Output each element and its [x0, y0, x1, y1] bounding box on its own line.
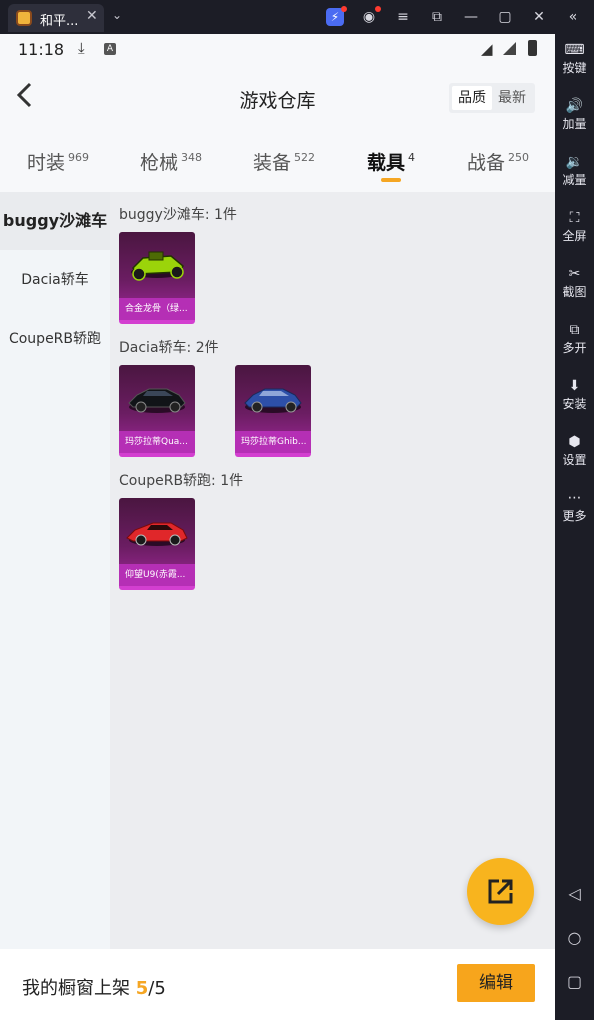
category-couperb[interactable]: CoupeRB轿跑 — [0, 310, 110, 368]
external-link-icon — [488, 879, 513, 904]
supercar-red-image — [126, 522, 188, 546]
volume-up-icon: 🔊 — [565, 98, 584, 114]
apk-install-icon: ⬇ — [568, 378, 581, 394]
nav-recent-icon[interactable]: ▢ — [555, 972, 594, 991]
page-header: 游戏仓库 品质 最新 — [0, 66, 555, 130]
signal-icon — [503, 42, 516, 55]
multi-instance-button[interactable]: ⧉ 多开 — [555, 320, 594, 364]
group-title: CoupeRB轿跑: 1件 — [119, 473, 244, 489]
keyboard-icon: ⌨ — [564, 42, 585, 58]
item-name: 玛莎拉蒂Qua... — [119, 431, 195, 453]
emulator-titlebar: 和平... ✕ ⌄ ⚡ ◉ ≡ ⧉ — ▢ ✕ « — [0, 0, 594, 34]
fullscreen-icon: ⛶ — [569, 210, 580, 226]
vehicle-skin-card[interactable]: 合金龙骨（绿... — [119, 232, 195, 324]
tab-equipment[interactable]: 装备 522 — [253, 148, 315, 175]
gear-icon: ⬢ — [568, 434, 581, 450]
tab-count: 969 — [68, 151, 90, 164]
vehicle-skin-card[interactable]: 玛莎拉蒂Ghib... — [235, 365, 311, 457]
group-title: Dacia轿车: 2件 — [119, 340, 219, 356]
volume-up-button[interactable]: 🔊 加量 — [555, 96, 594, 140]
tab-battle-gear[interactable]: 战备 250 — [467, 148, 529, 175]
showcase-bar: 我的橱窗上架 5/5 编辑 — [0, 949, 555, 1020]
wifi-icon: ◢ — [481, 40, 493, 58]
edit-button[interactable]: 编辑 — [457, 964, 535, 1002]
item-name: 仰望U9(赤霞... — [119, 564, 195, 586]
nav-home-icon[interactable]: ○ — [555, 928, 594, 947]
vehicle-skin-card[interactable]: 仰望U9(赤霞... — [119, 498, 195, 590]
category-buggy[interactable]: buggy沙滩车 — [0, 192, 110, 250]
buggy-image — [131, 251, 184, 281]
maximize-icon[interactable]: ▢ — [496, 8, 514, 26]
app-tab-title: 和平... — [40, 14, 79, 29]
status-time: 11:18 — [18, 40, 65, 59]
settings-button[interactable]: ⬢ 设置 — [555, 432, 594, 476]
download-icon: ⤓ — [78, 39, 85, 57]
tab-vehicles[interactable]: 载具 4 — [367, 148, 415, 175]
nav-back-icon[interactable]: ◁ — [555, 884, 594, 903]
sedan-black-image — [128, 388, 186, 413]
screenshot-button[interactable]: ✂ 截图 — [555, 264, 594, 308]
item-list: buggy沙滩车: 1件 合金龙骨（绿... Dacia轿车: 2件 玛莎拉蒂Q… — [110, 192, 555, 949]
close-window-icon[interactable]: ✕ — [530, 8, 548, 26]
volume-down-button[interactable]: 🔉 减量 — [555, 152, 594, 196]
collapse-sidebar-icon[interactable]: « — [564, 8, 582, 26]
showcase-count: 5 — [135, 978, 149, 999]
sort-latest-button[interactable]: 最新 — [492, 86, 532, 110]
install-apk-button[interactable]: ⬇ 安装 — [555, 376, 594, 420]
keyboard-button[interactable]: ⌨ 按键 — [555, 40, 594, 84]
category-sidebar: buggy沙滩车 Dacia轿车 CoupeRB轿跑 — [0, 192, 110, 949]
close-tab-icon[interactable]: ✕ — [86, 8, 98, 24]
tab-count: 522 — [294, 151, 316, 164]
chevron-down-icon[interactable]: ⌄ — [112, 8, 122, 22]
share-fab-button[interactable] — [467, 858, 534, 925]
tab-count: 4 — [408, 151, 416, 164]
item-name: 玛莎拉蒂Ghib... — [235, 431, 311, 453]
tab-guns[interactable]: 枪械 348 — [140, 148, 202, 175]
more-button[interactable]: ⋯ 更多 — [555, 488, 594, 532]
minimize-icon[interactable]: — — [462, 8, 480, 26]
sort-toggle: 品质 最新 — [449, 83, 535, 113]
popout-icon[interactable]: ⧉ — [428, 8, 446, 26]
more-icon: ⋯ — [567, 490, 582, 506]
app-tab[interactable]: 和平... ✕ — [8, 4, 104, 32]
tab-count: 250 — [508, 151, 530, 164]
menu-icon[interactable]: ≡ — [394, 8, 412, 26]
item-name: 合金龙骨（绿... — [119, 298, 195, 320]
multi-instance-icon: ⧉ — [569, 322, 580, 338]
battery-icon — [528, 40, 537, 56]
active-tab-indicator — [381, 178, 401, 182]
emulator-sidebar: ⌨ 按键 🔊 加量 🔉 减量 ⛶ 全屏 ✂ 截图 ⧉ 多开 ⬇ 安装 ⬢ 设置 … — [555, 34, 594, 1020]
phone-screen: 11:18 ⤓ A ◢ 游戏仓库 品质 最新 时装 969 枪械 348 装备 522… — [0, 34, 555, 1020]
status-bar: 11:18 ⤓ A ◢ — [0, 34, 555, 66]
tab-fashion[interactable]: 时装 969 — [27, 148, 89, 175]
group-title: buggy沙滩车: 1件 — [119, 207, 237, 223]
sort-quality-button[interactable]: 品质 — [452, 86, 492, 110]
user-icon[interactable]: ◉ — [360, 6, 381, 26]
fullscreen-button[interactable]: ⛶ 全屏 — [555, 208, 594, 252]
app-icon — [16, 10, 32, 26]
showcase-label: 我的橱窗上架 5/5 — [22, 978, 166, 999]
vehicle-skin-card[interactable]: 玛莎拉蒂Qua... — [119, 365, 195, 457]
tab-bar: 时装 969 枪械 348 装备 522 载具 4 战备 250 — [0, 130, 555, 192]
scissors-icon: ✂ — [568, 266, 581, 282]
a-badge-icon: A — [104, 43, 116, 55]
tab-count: 348 — [181, 151, 203, 164]
sedan-blue-image — [244, 388, 302, 413]
volume-down-icon: 🔉 — [565, 154, 584, 170]
category-dacia[interactable]: Dacia轿车 — [0, 251, 110, 309]
showcase-total: /5 — [148, 978, 166, 999]
lightning-icon[interactable]: ⚡ — [326, 6, 347, 26]
